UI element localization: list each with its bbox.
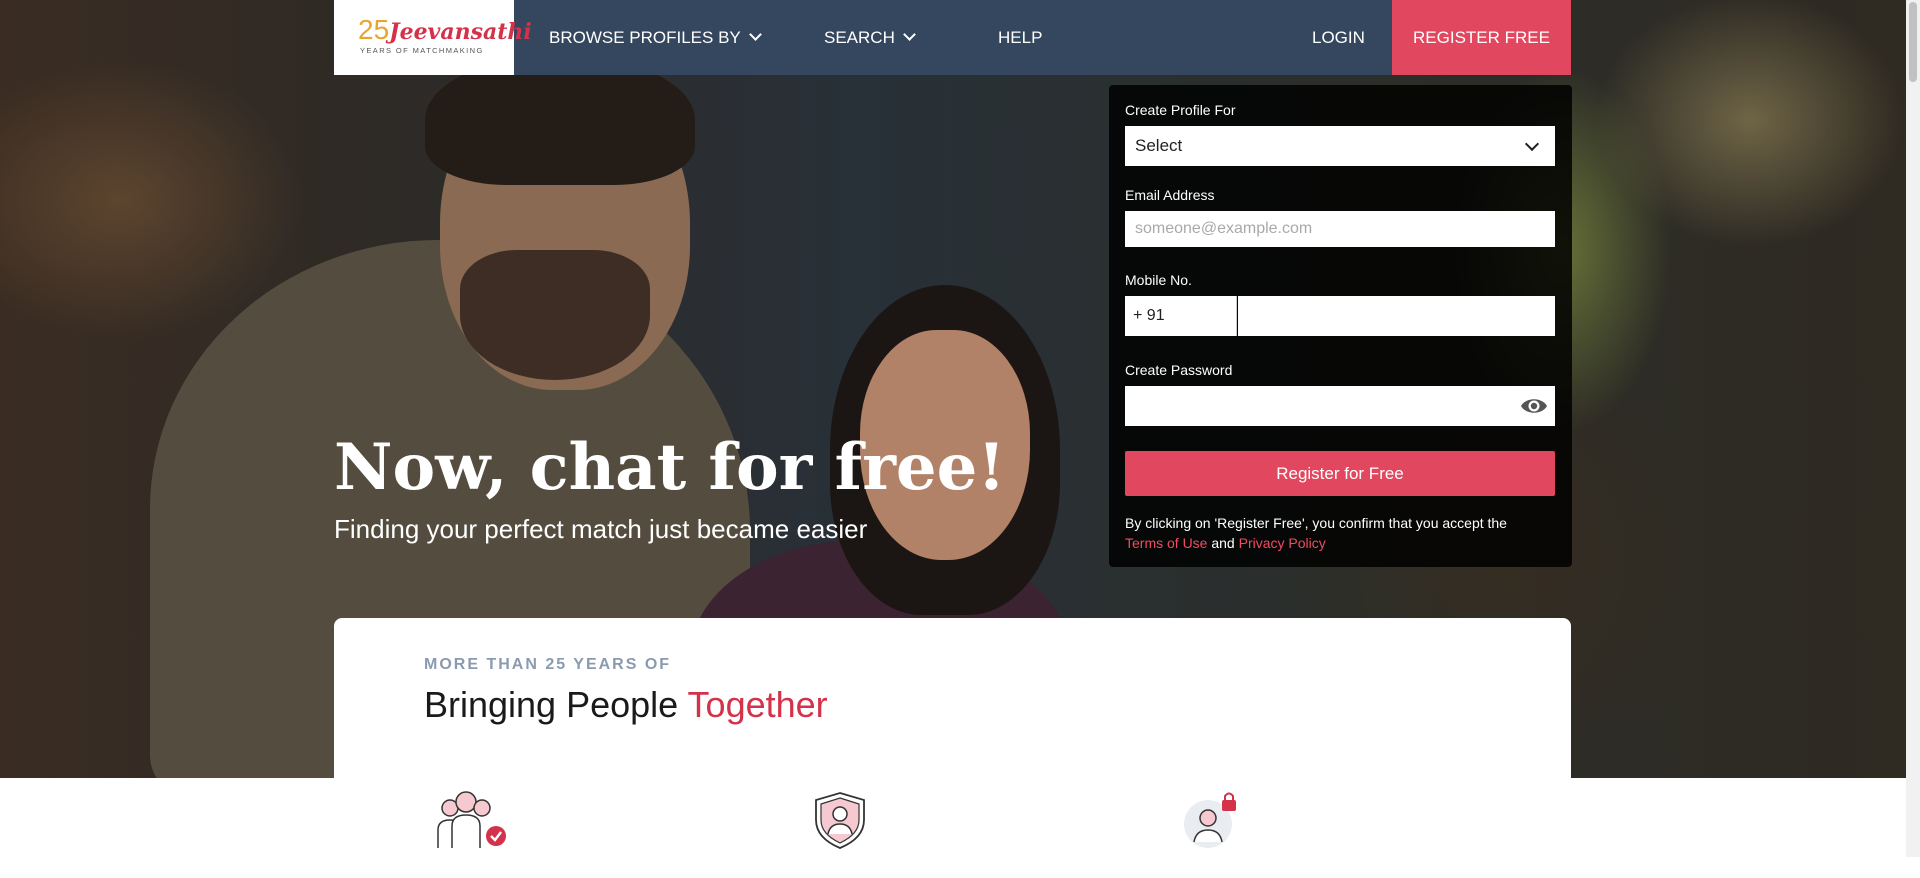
nav-browse-profiles[interactable]: BROWSE PROFILES BY (549, 0, 762, 75)
terms-text: By clicking on 'Register Free', you conf… (1125, 515, 1507, 531)
profile-for-label: Create Profile For (1125, 102, 1236, 118)
scrollbar-thumb[interactable] (1909, 2, 1917, 82)
email-field[interactable] (1125, 211, 1555, 247)
logo-number: 25 (358, 14, 390, 45)
terms-of-use-link[interactable]: Terms of Use (1125, 535, 1207, 551)
register-for-free-button[interactable]: Register for Free (1125, 451, 1555, 496)
profile-for-select[interactable]: Select (1125, 126, 1555, 166)
eye-icon[interactable] (1520, 395, 1548, 417)
chevron-down-icon (902, 28, 916, 41)
chevron-down-icon (748, 28, 762, 41)
hero-photo-man-beard (460, 250, 650, 380)
site-logo[interactable]: 25Jeevansathi YEARS OF MATCHMAKING (334, 0, 532, 75)
hero-subtitle: Finding your perfect match just became e… (334, 514, 868, 544)
privacy-policy-link[interactable]: Privacy Policy (1239, 535, 1326, 551)
logo-wordmark: 25Jeevansathi (358, 14, 532, 46)
register-free-button[interactable]: REGISTER FREE (1392, 0, 1571, 75)
profile-for-value: Select (1135, 136, 1183, 155)
top-navigation: 25Jeevansathi YEARS OF MATCHMAKING BROWS… (334, 0, 1571, 75)
group-verified-icon (437, 791, 506, 848)
hero-title: Now, chat for free! (334, 430, 1006, 505)
login-link[interactable]: LOGIN (1312, 0, 1365, 75)
section-kicker: MORE THAN 25 YEARS OF (424, 656, 672, 673)
register-free-label: REGISTER FREE (1413, 28, 1550, 47)
mobile-number-field[interactable] (1238, 296, 1555, 336)
country-code-select[interactable]: + 91 (1125, 296, 1237, 336)
nav-search[interactable]: SEARCH (824, 0, 916, 75)
logo-tagline: YEARS OF MATCHMAKING (360, 46, 484, 55)
user-lock-icon (1184, 792, 1236, 848)
section-title: Bringing People Together (424, 684, 828, 726)
nav-help[interactable]: HELP (998, 0, 1042, 75)
register-for-free-label: Register for Free (1276, 464, 1404, 483)
country-code-value: + 91 (1133, 307, 1165, 324)
section-title-main: Bringing People (424, 684, 679, 725)
nav-browse-profiles-label: BROWSE PROFILES BY (549, 28, 741, 47)
chevron-down-icon (1524, 136, 1540, 152)
nav-help-label: HELP (998, 28, 1043, 47)
password-field[interactable] (1125, 386, 1555, 426)
mobile-label: Mobile No. (1125, 272, 1192, 288)
nav-search-label: SEARCH (824, 28, 895, 47)
section-title-accent: Together (687, 684, 828, 725)
page-scrollbar[interactable] (1906, 0, 1920, 857)
shield-user-icon (815, 792, 865, 849)
intro-card: MORE THAN 25 YEARS OF Bringing People To… (334, 618, 1571, 878)
registration-form: Create Profile For Select Email Address … (1109, 85, 1572, 567)
terms-and-text: and (1211, 535, 1235, 551)
login-label: LOGIN (1312, 28, 1365, 47)
email-label: Email Address (1125, 187, 1215, 203)
logo-name: Jeevansathi (389, 19, 532, 45)
terms-notice: By clicking on 'Register Free', you conf… (1125, 513, 1565, 553)
password-label: Create Password (1125, 362, 1233, 378)
